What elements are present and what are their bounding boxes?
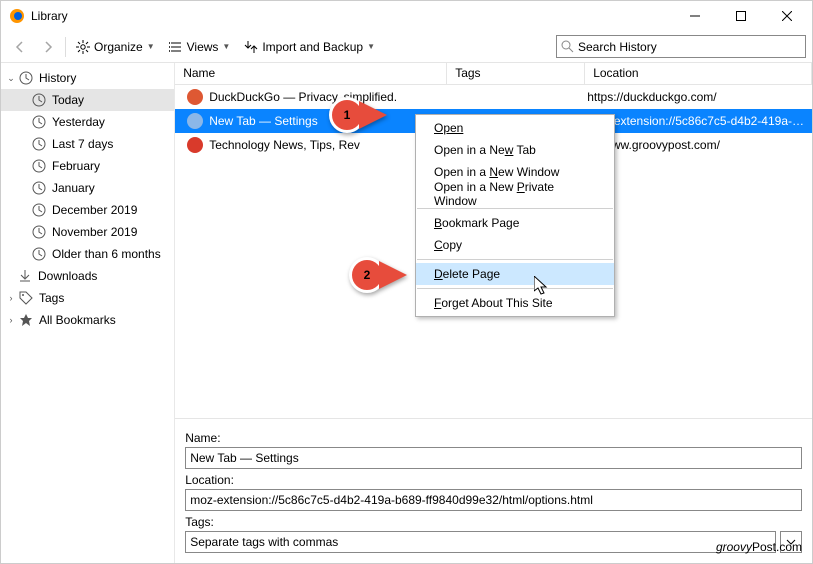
back-button <box>7 34 33 60</box>
sidebar-downloads[interactable]: Downloads <box>1 265 174 287</box>
organize-label: Organize <box>94 40 143 54</box>
sidebar-item-yesterday[interactable]: Yesterday <box>1 111 174 133</box>
history-row[interactable]: DuckDuckGo — Privacy, simplified. https:… <box>175 85 812 109</box>
ctx-open-new-tab[interactable]: Open in a New Tab <box>416 139 614 161</box>
clock-icon <box>31 158 47 174</box>
callout-1: 1 <box>329 97 365 133</box>
row-location: https://duckduckgo.com/ <box>587 90 812 104</box>
details-tags-field[interactable]: Separate tags with commas <box>185 531 776 553</box>
sidebar-item-label: Last 7 days <box>52 137 113 151</box>
row-location: moz-extension://5c86c7c5-d4b2-419a-… <box>587 114 812 128</box>
maximize-button[interactable] <box>718 1 764 31</box>
sidebar-item-label: Older than 6 months <box>52 247 161 261</box>
ctx-bookmark-page[interactable]: Bookmark Page <box>416 212 614 234</box>
chevron-down-icon: ⌄ <box>5 73 17 84</box>
ctx-open-private-window[interactable]: Open in a New Private Window <box>416 183 614 205</box>
download-icon <box>17 268 33 284</box>
sidebar-tags[interactable]: › Tags <box>1 287 174 309</box>
search-input[interactable]: Search History <box>556 35 806 58</box>
column-headers: Name Tags Location <box>175 63 812 85</box>
cursor-icon <box>534 276 550 296</box>
sidebar-item-label: November 2019 <box>52 225 137 239</box>
import-label: Import and Backup <box>262 40 363 54</box>
views-button[interactable]: Views▼ <box>163 34 237 60</box>
titlebar: Library <box>1 1 812 31</box>
col-tags[interactable]: Tags <box>447 63 585 84</box>
minimize-button[interactable] <box>672 1 718 31</box>
details-location-field[interactable]: moz-extension://5c86c7c5-d4b2-419a-b689-… <box>185 489 802 511</box>
organize-button[interactable]: Organize ▼ <box>70 34 161 60</box>
row-title: Technology News, Tips, Rev <box>209 138 449 152</box>
favicon <box>187 89 203 105</box>
sidebar-tags-label: Tags <box>39 291 64 305</box>
clock-icon <box>31 224 47 240</box>
sidebar-downloads-label: Downloads <box>38 269 97 283</box>
clock-icon <box>31 136 47 152</box>
menu-separator <box>417 288 613 289</box>
sidebar-item-label: Yesterday <box>52 115 105 129</box>
col-name[interactable]: Name <box>175 63 447 84</box>
chevron-right-icon: › <box>5 315 17 325</box>
sidebar-item-jan[interactable]: January <box>1 177 174 199</box>
gear-icon <box>76 40 90 54</box>
sidebar: ⌄ History Today Yesterday Last 7 days Fe… <box>1 63 175 563</box>
clock-icon <box>31 246 47 262</box>
sidebar-item-label: January <box>52 181 95 195</box>
sidebar-item-nov[interactable]: November 2019 <box>1 221 174 243</box>
chevron-down-icon: ▼ <box>222 42 230 51</box>
star-icon <box>18 312 34 328</box>
ctx-delete-page[interactable]: Delete Page <box>416 263 614 285</box>
clock-icon <box>31 92 47 108</box>
chevron-right-icon: › <box>5 293 17 303</box>
details-tags-label: Tags: <box>185 515 802 529</box>
close-button[interactable] <box>764 1 810 31</box>
sidebar-item-dec[interactable]: December 2019 <box>1 199 174 221</box>
sidebar-item-feb[interactable]: February <box>1 155 174 177</box>
views-label: Views <box>187 40 219 54</box>
menu-separator <box>417 259 613 260</box>
sidebar-item-label: February <box>52 159 100 173</box>
sidebar-item-today[interactable]: Today <box>1 89 174 111</box>
callout-2: 2 <box>349 257 385 293</box>
watermark: groovyPost.com <box>716 534 802 557</box>
separator <box>65 37 66 57</box>
row-location: s://www.groovypost.com/ <box>587 138 812 152</box>
sidebar-history-label: History <box>39 71 76 85</box>
sidebar-item-label: Today <box>52 93 84 107</box>
search-icon <box>561 40 574 53</box>
sidebar-item-older[interactable]: Older than 6 months <box>1 243 174 265</box>
favicon <box>187 113 203 129</box>
tag-icon <box>18 290 34 306</box>
chevron-down-icon: ▼ <box>367 42 375 51</box>
ctx-forget-site[interactable]: Forget About This Site <box>416 292 614 314</box>
toolbar: Organize▼ Views▼ Import and Backup▼ Sear… <box>1 31 812 63</box>
list-icon <box>169 40 183 54</box>
clock-icon <box>18 70 34 86</box>
details-location-label: Location: <box>185 473 802 487</box>
firefox-icon <box>9 8 25 24</box>
details-name-field[interactable]: New Tab — Settings <box>185 447 802 469</box>
clock-icon <box>31 180 47 196</box>
forward-button <box>35 34 61 60</box>
import-backup-button[interactable]: Import and Backup ▼ <box>238 34 381 60</box>
clock-icon <box>31 202 47 218</box>
sidebar-item-label: December 2019 <box>52 203 137 217</box>
details-name-label: Name: <box>185 431 802 445</box>
col-location[interactable]: Location <box>585 63 812 84</box>
menu-separator <box>417 208 613 209</box>
sidebar-item-last7[interactable]: Last 7 days <box>1 133 174 155</box>
sidebar-history[interactable]: ⌄ History <box>1 67 174 89</box>
ctx-copy[interactable]: Copy <box>416 234 614 256</box>
favicon <box>187 137 203 153</box>
window-title: Library <box>31 9 672 23</box>
import-export-icon <box>244 40 258 54</box>
clock-icon <box>31 114 47 130</box>
sidebar-bookmarks[interactable]: › All Bookmarks <box>1 309 174 331</box>
sidebar-bookmarks-label: All Bookmarks <box>39 313 116 327</box>
chevron-down-icon: ▼ <box>147 42 155 51</box>
ctx-open[interactable]: Open <box>416 117 614 139</box>
search-placeholder: Search History <box>578 40 657 54</box>
context-menu: Open Open in a New Tab Open in a New Win… <box>415 114 615 317</box>
